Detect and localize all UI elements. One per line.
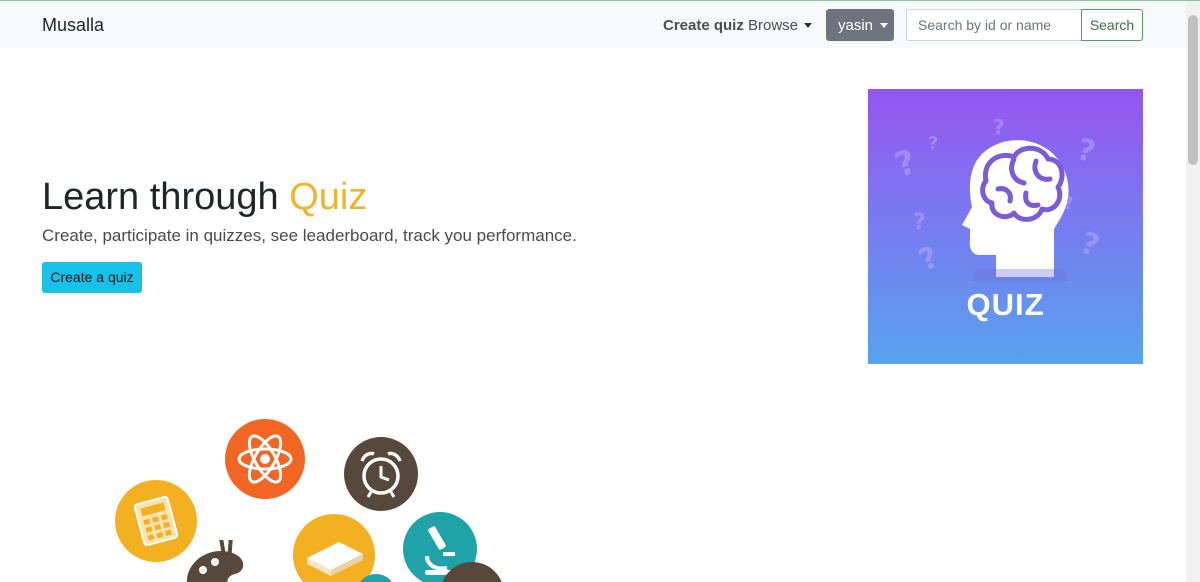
hero-title-accent: Quiz [289,176,368,218]
svg-text:?: ? [993,115,1005,139]
quiz-hero-image: ? ? ? ? ? ? ? ? ? QUIZ [868,89,1143,364]
nav-browse-dropdown[interactable]: Browse [748,17,813,34]
svg-text:?: ? [928,133,938,154]
user-menu-button[interactable]: yasin [826,9,894,41]
hero-title-main: Learn through [42,176,279,218]
palette-icon [185,540,251,582]
create-quiz-button[interactable]: Create a quiz [42,262,142,293]
hero-title: Learn through Quiz [42,176,367,219]
chevron-down-icon [880,23,889,28]
nav-create-quiz[interactable]: Create quiz [663,17,744,34]
scrollbar[interactable] [1186,1,1200,582]
svg-text:?: ? [1076,225,1104,264]
hero-subtitle: Create, participate in quizzes, see lead… [42,226,577,245]
quiz-image-label: QUIZ [966,287,1045,322]
atom-icon [225,419,305,499]
navbar: Musalla Create quiz Browse yasin Search [0,1,1186,48]
svg-text:?: ? [1073,132,1099,170]
svg-text:?: ? [914,240,945,279]
scrollbar-thumb[interactable] [1188,15,1198,165]
alarm-clock-icon [344,437,418,511]
chevron-down-icon [804,23,813,28]
brand-logo[interactable]: Musalla [42,15,104,36]
search-input[interactable] [906,9,1082,41]
nav-browse-label: Browse [748,17,799,34]
svg-text:?: ? [890,142,922,186]
search-button[interactable]: Search [1081,9,1143,41]
user-name: yasin [838,17,874,34]
book-icon [293,514,375,582]
svg-text:?: ? [913,210,926,235]
